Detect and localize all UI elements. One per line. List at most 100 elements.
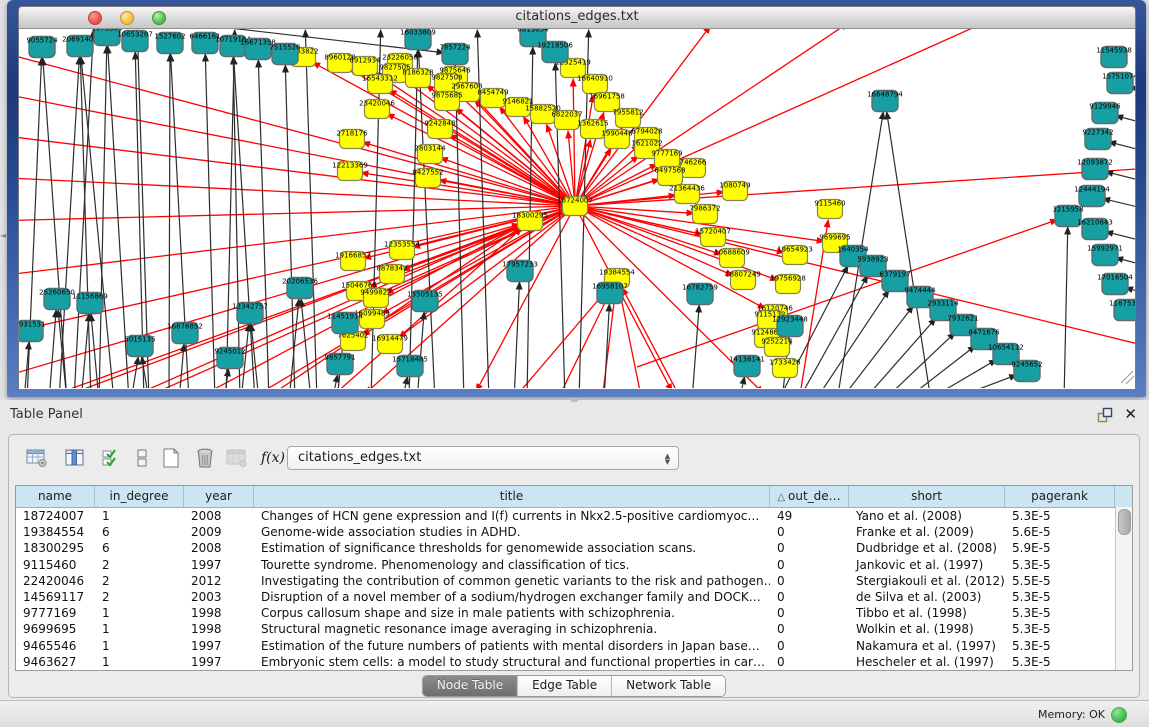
column-header-year[interactable]: year [184,486,254,507]
graph-node[interactable]: 11156869 [72,293,108,314]
create-column-button[interactable] [157,445,185,471]
graph-node[interactable]: 16958107 [592,283,628,304]
graph-node[interactable]: 7955812 [612,109,643,128]
window-resize-grip[interactable] [1121,371,1134,384]
table-row[interactable]: 911546021997Tourette syndrome. Phenomeno… [16,557,1132,573]
graph-node[interactable]: 16210643 [1077,219,1113,240]
network-canvas[interactable]: 1872400718300295193845547963822896012889… [19,29,1135,389]
table-row[interactable]: 2242004622012Investigating the contribut… [16,573,1132,589]
graph-node[interactable]: 7515526 [269,44,301,65]
float-panel-icon[interactable] [1097,407,1113,423]
graph-node[interactable]: 1080749 [719,182,750,201]
graph-node[interactable]: 16033809 [400,29,436,50]
column-header-out_de[interactable]: △out_de… [770,486,849,507]
graph-node[interactable]: 9115460 [814,200,845,219]
table-row[interactable]: 946554611997Estimation of the future num… [16,638,1132,654]
graph-node[interactable]: 6497568 [654,167,685,186]
graph-node[interactable]: 12353554 [384,241,420,260]
graph-node[interactable]: 19756928 [770,275,806,294]
graph-node[interactable]: 19166857 [335,252,371,271]
graph-node[interactable]: 16543312 [362,75,398,94]
graph-node[interactable]: 1990448 [601,130,632,149]
table-row[interactable]: 1938455462009Genome-wide association stu… [16,524,1132,540]
column-header-title[interactable]: title [254,486,770,507]
table-settings-button[interactable] [23,445,51,471]
graph-node[interactable]: 19218506 [537,42,573,63]
graph-node[interactable]: 3931531 [19,321,46,342]
graph-node[interactable]: 9857791 [324,354,355,375]
table-row[interactable]: 1830029562008Estimation of significance … [16,540,1132,556]
graph-node[interactable]: 8427552 [412,169,443,188]
scrollbar-thumb[interactable] [1118,509,1131,535]
graph-node[interactable]: 17957233 [502,261,538,282]
table-row[interactable]: 946362711997Embryonic stem cells: a mode… [16,654,1132,670]
table-row[interactable]: 977716911998Corpus callosum shape and si… [16,605,1132,621]
graph-node[interactable]: 19654923 [777,246,813,265]
graph-node[interactable]: 12923448 [772,316,808,337]
graph-node[interactable]: 9242848 [424,120,455,139]
tab-network-table[interactable]: Network Table [612,676,725,696]
tab-edge-table[interactable]: Edge Table [518,676,612,696]
graph-node[interactable]: 8186328 [402,69,433,88]
graph-node[interactable]: 9252214 [761,338,793,357]
graph-node[interactable]: 8878342 [376,265,407,284]
graph-node[interactable]: 21364436 [669,185,705,204]
graph-nodes[interactable]: 1872400718300295193845547963822896012889… [19,29,1135,382]
graph-node[interactable]: 12444194 [1074,186,1110,207]
graph-node[interactable]: 7625402 [337,332,368,351]
graph-node[interactable]: 25260650 [39,289,75,310]
graph-node[interactable]: 16876852 [167,323,203,344]
graph-node[interactable]: 11451914 [327,313,363,334]
graph-node[interactable]: 7857224 [439,44,471,65]
graph-node[interactable]: 9129946 [1089,103,1121,124]
function-builder-button[interactable]: f(x) [259,445,287,471]
graph-node[interactable]: 16782759 [682,284,718,305]
graph-node[interactable]: 18807249 [725,271,761,290]
graph-node[interactable]: 12093872 [1077,159,1113,180]
select-rows-button[interactable] [97,445,125,471]
graph-node[interactable]: 9875685 [431,92,462,111]
graph-node[interactable]: 13505135 [407,291,443,312]
vertical-scrollbar[interactable] [1115,507,1132,670]
graph-node[interactable]: 9245652 [1011,361,1042,382]
graph-node[interactable]: 18300295 [512,212,548,231]
network-window-titlebar[interactable]: citations_edges.txt [19,7,1135,29]
splitter-handle[interactable] [571,398,578,402]
table-row[interactable]: 1456911722003Disruption of a novel membe… [16,589,1132,605]
close-panel-icon[interactable]: ✕ [1124,405,1137,423]
row-height-button[interactable] [128,445,156,471]
column-header-in_degree[interactable]: in_degree [95,486,184,507]
graph-node[interactable]: 2803144 [414,145,446,164]
graph-node[interactable]: 12213369 [332,162,368,181]
graph-node[interactable]: 17016504 [1097,274,1133,295]
table-source-select[interactable]: citations_edges.txt ▲▼ [287,446,679,470]
node-table[interactable]: namein_degreeyeartitle△out_de…shortpager… [15,485,1133,671]
show-columns-button[interactable] [61,445,89,471]
graph-node[interactable]: 9245012 [214,348,245,369]
graph-node[interactable]: 9499822 [360,289,391,308]
graph-node[interactable]: 11675300 [1109,300,1135,321]
graph-node[interactable]: 16648794 [867,91,903,112]
graph-node[interactable]: 12342757 [232,303,268,324]
panel-collapse-arrow-icon[interactable]: ◄ [0,231,6,240]
delete-column-button[interactable] [191,445,219,471]
graph-node[interactable]: 9055724 [26,37,58,58]
table-row[interactable]: 969969511998Structural magnetic resonanc… [16,621,1132,637]
graph-node[interactable]: 20691406 [62,36,98,57]
table-row[interactable]: 1872400712008Changes of HCN gene express… [16,508,1132,524]
graph-node[interactable]: 1733426 [769,359,801,378]
graph-node[interactable]: 8912934 [349,57,381,76]
graph-node[interactable]: 14136141 [729,356,765,377]
graph-node[interactable]: 2718176 [336,130,368,149]
graph-node[interactable]: 9227342 [1082,129,1113,150]
tab-node-table[interactable]: Node Table [423,676,518,696]
network-view-window[interactable]: citations_edges.txt 187240 [7,0,1146,397]
graph-node[interactable]: 15718485 [392,356,428,377]
graph-node[interactable]: 16914479 [372,335,408,354]
graph-node[interactable]: 15720407 [695,228,731,247]
column-header-name[interactable]: name [16,486,95,507]
column-header-pagerank[interactable]: pagerank [1005,486,1115,507]
graph-node[interactable]: 10688609 [714,249,750,268]
graph-node[interactable]: 18640910 [577,75,613,94]
graph-node[interactable]: 5015135 [124,336,155,357]
